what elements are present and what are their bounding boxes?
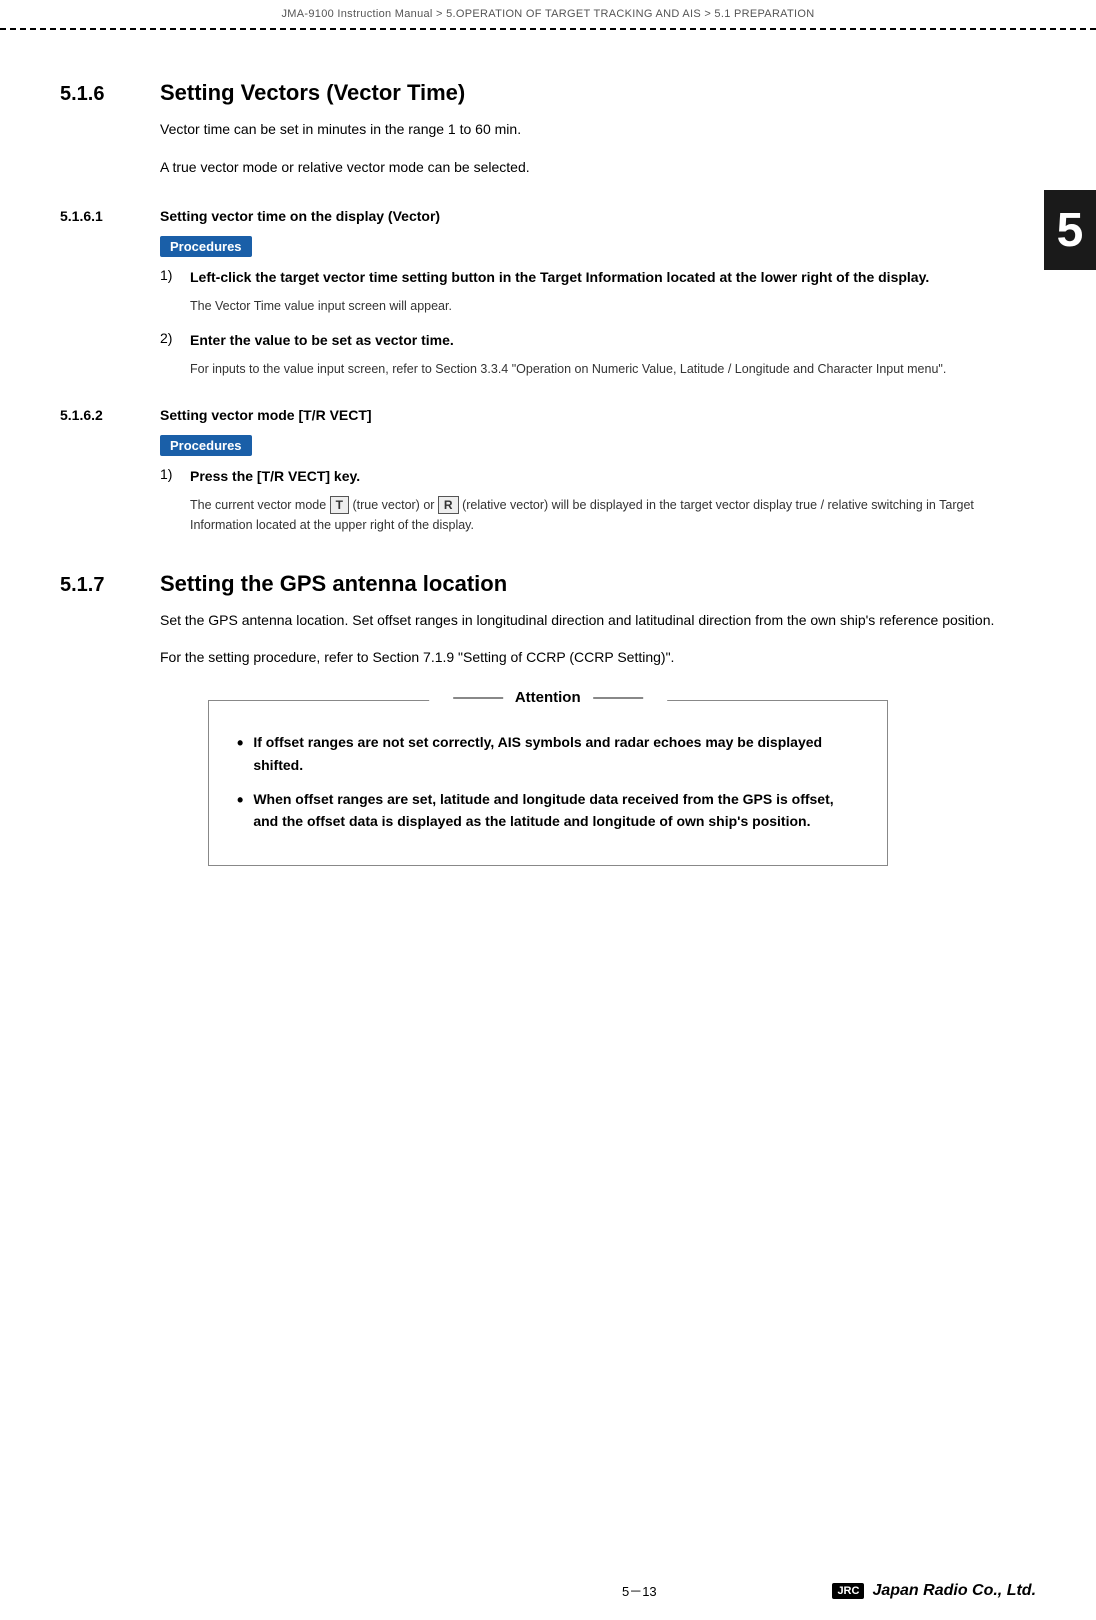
attention-title: Attention bbox=[429, 689, 667, 706]
attention-item-2: When offset ranges are set, latitude and… bbox=[237, 788, 859, 833]
section-517-para-2: For the setting procedure, refer to Sect… bbox=[160, 646, 1036, 670]
relative-vector-key: R bbox=[438, 496, 459, 515]
step-2-5161: 2) Enter the value to be set as vector t… bbox=[160, 330, 1036, 351]
subsection-heading-5-1-6-1: Setting vector time on the display (Vect… bbox=[160, 208, 440, 224]
step-number: 1) bbox=[160, 267, 190, 283]
step-1-5162: 1) Press the [T/R VECT] key. bbox=[160, 466, 1036, 487]
procedure-item-1: 1) Left-click the target vector time set… bbox=[160, 267, 1036, 379]
subsection-number-5-1-6-2: 5.1.6.2 bbox=[60, 407, 140, 423]
section-heading: Setting Vectors (Vector Time) bbox=[160, 80, 465, 106]
subsection-5-1-6-2: 5.1.6.2 Setting vector mode [T/R VECT] P… bbox=[60, 407, 1036, 535]
step-note-2: For inputs to the value input screen, re… bbox=[190, 359, 1036, 379]
section-title-5-1-7: 5.1.7 Setting the GPS antenna location bbox=[60, 571, 1036, 597]
subsection-title-5-1-6-1: 5.1.6.1 Setting vector time on the displ… bbox=[60, 208, 1036, 224]
header-text: JMA-9100 Instruction Manual > 5.OPERATIO… bbox=[0, 0, 1096, 30]
section-5-1-7: 5.1.7 Setting the GPS antenna location S… bbox=[60, 571, 1036, 866]
attention-item-1-text: If offset ranges are not set correctly, … bbox=[253, 731, 859, 776]
step-number-5162: 1) bbox=[160, 466, 190, 482]
section-body-5-1-6: Vector time can be set in minutes in the… bbox=[160, 118, 1036, 180]
step-number-2: 2) bbox=[160, 330, 190, 346]
attention-item-1: If offset ranges are not set correctly, … bbox=[237, 731, 859, 776]
section-heading-5-1-7: Setting the GPS antenna location bbox=[160, 571, 507, 597]
section-number: 5.1.6 bbox=[60, 83, 140, 106]
step-1-5161: 1) Left-click the target vector time set… bbox=[160, 267, 1036, 288]
subsection-title-5-1-6-2: 5.1.6.2 Setting vector mode [T/R VECT] bbox=[60, 407, 1036, 423]
main-content: 5 5.1.6 Setting Vectors (Vector Time) Ve… bbox=[0, 30, 1096, 936]
section-title-5-1-6: 5.1.6 Setting Vectors (Vector Time) bbox=[60, 80, 1036, 106]
procedure-item-2: 1) Press the [T/R VECT] key. The current… bbox=[160, 466, 1036, 535]
procedures-badge-2: Procedures bbox=[160, 435, 252, 456]
attention-list: If offset ranges are not set correctly, … bbox=[237, 721, 859, 833]
step-note-1: The Vector Time value input screen will … bbox=[190, 296, 1036, 316]
attention-title-text: Attention bbox=[515, 689, 581, 706]
page-footer: 5－13 JRC Japan Radio Co., Ltd. bbox=[0, 1581, 1096, 1600]
section-body-5-1-7: Set the GPS antenna location. Set offset… bbox=[160, 609, 1036, 671]
section-517-para-1: Set the GPS antenna location. Set offset… bbox=[160, 609, 1036, 633]
section-number-5-1-7: 5.1.7 bbox=[60, 574, 140, 597]
step-note-5162: The current vector mode T (true vector) … bbox=[190, 495, 1036, 535]
page-header: JMA-9100 Instruction Manual > 5.OPERATIO… bbox=[0, 0, 1096, 30]
step-text: Left-click the target vector time settin… bbox=[190, 267, 1036, 288]
jrc-label: JRC bbox=[832, 1583, 864, 1599]
chapter-tab: 5 bbox=[1044, 190, 1096, 270]
procedures-badge-1: Procedures bbox=[160, 236, 252, 257]
section-para-2: A true vector mode or relative vector mo… bbox=[160, 156, 1036, 180]
subsection-number-5-1-6-1: 5.1.6.1 bbox=[60, 208, 140, 224]
subsection-5-1-6-1: 5.1.6.1 Setting vector time on the displ… bbox=[60, 208, 1036, 379]
step-text-5162: Press the [T/R VECT] key. bbox=[190, 466, 1036, 487]
company-name: Japan Radio Co., Ltd. bbox=[872, 1582, 1036, 1600]
footer-logo: JRC Japan Radio Co., Ltd. bbox=[832, 1582, 1036, 1600]
footer-page-number: 5－13 bbox=[446, 1581, 832, 1600]
subsection-heading-5-1-6-2: Setting vector mode [T/R VECT] bbox=[160, 407, 372, 423]
section-5-1-6: 5.1.6 Setting Vectors (Vector Time) Vect… bbox=[60, 80, 1036, 180]
step-text-2: Enter the value to be set as vector time… bbox=[190, 330, 1036, 351]
attention-item-2-text: When offset ranges are set, latitude and… bbox=[253, 788, 859, 833]
section-para-1: Vector time can be set in minutes in the… bbox=[160, 118, 1036, 142]
true-vector-key: T bbox=[330, 496, 349, 515]
attention-box: Attention If offset ranges are not set c… bbox=[208, 700, 888, 866]
